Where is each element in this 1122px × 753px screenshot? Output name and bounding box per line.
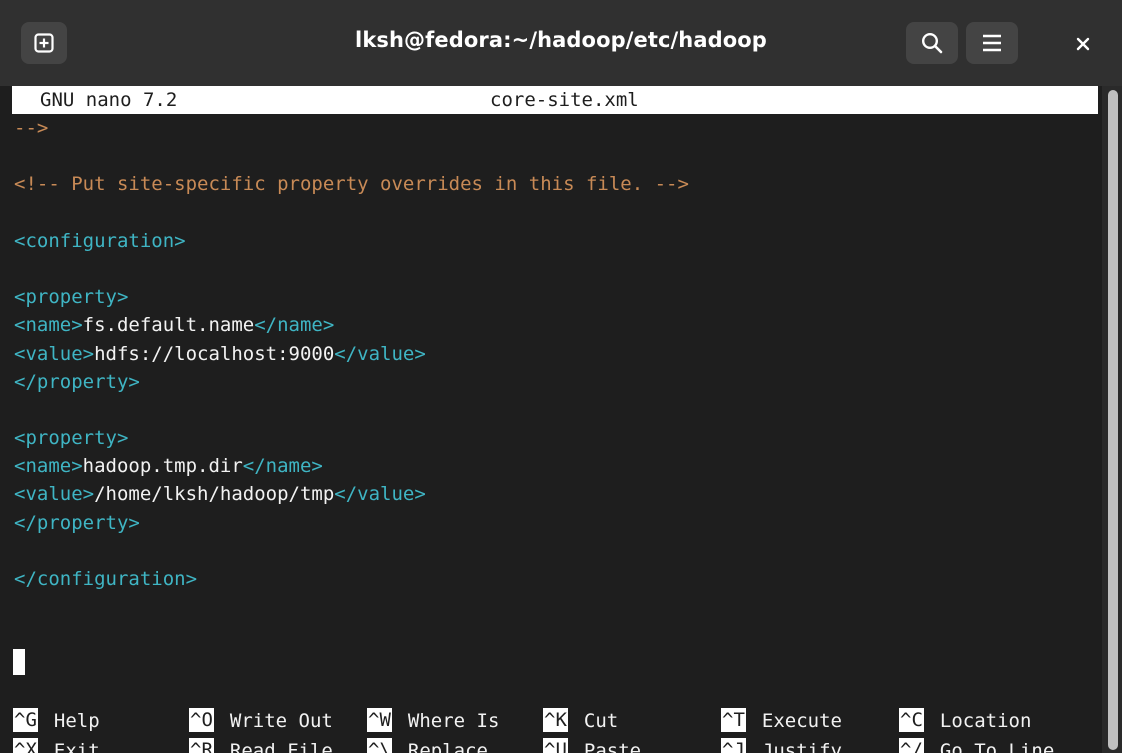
code-line: <!-- Put site-specific property override… — [14, 170, 1098, 198]
shortcut-where-is: ^W Where Is — [367, 706, 499, 736]
xml-tag: </value> — [334, 342, 426, 365]
xml-text: hdfs://localhost:9000 — [94, 342, 335, 365]
code-line: <name>fs.default.name</name> — [14, 311, 1098, 339]
shortcut-exit: ^X Exit — [13, 736, 100, 753]
shortcut-help: ^G Help — [13, 706, 100, 736]
xml-tag: <value> — [14, 342, 95, 365]
shortcut-replace: ^\ Replace — [367, 736, 488, 753]
code-line: <property> — [14, 283, 1098, 311]
code-line: </property> — [14, 509, 1098, 537]
code-line: <value>/home/lksh/hadoop/tmp</value> — [14, 480, 1098, 508]
code-line: --> — [14, 114, 1098, 142]
xml-tag: <name> — [14, 314, 83, 337]
shortcut-key: ^T — [721, 707, 746, 732]
shortcut-label: Location — [939, 710, 1032, 732]
shortcut-label: Paste — [583, 740, 642, 753]
shortcut-label: Read File — [229, 740, 333, 753]
shortcut-key: ^X — [13, 737, 38, 753]
shortcut-key: ^K — [543, 707, 568, 732]
nano-version: GNU nano 7.2 — [40, 89, 178, 111]
xml-tag: <property> — [14, 427, 129, 450]
shortcut-key: ^C — [899, 707, 924, 732]
search-icon — [921, 32, 943, 54]
xml-tag: </property> — [14, 511, 140, 534]
shortcut-key: ^O — [189, 707, 214, 732]
shortcut-key: ^R — [189, 737, 214, 753]
title-bar[interactable]: lksh@fedora:~/hadoop/etc/hadoop — [0, 0, 1122, 86]
nano-header-bar: GNU nano 7.2 core-site.xml — [12, 86, 1098, 114]
shortcut-key: ^U — [543, 737, 568, 753]
close-button[interactable] — [1066, 26, 1100, 60]
shortcut-write-out: ^O Write Out — [189, 706, 333, 736]
shortcut-key: ^G — [13, 707, 38, 732]
code-line: <name>hadoop.tmp.dir</name> — [14, 452, 1098, 480]
search-button[interactable] — [906, 22, 958, 64]
hamburger-menu-icon — [983, 34, 1001, 52]
shortcut-label: Write Out — [229, 710, 333, 732]
xml-tag: </name> — [254, 314, 335, 337]
shortcut-justify: ^J Justify — [721, 736, 842, 753]
shortcut-paste: ^U Paste — [543, 736, 641, 753]
xml-text: fs.default.name — [82, 314, 255, 337]
shortcut-location: ^C Location — [899, 706, 1031, 736]
shortcut-key: ^/ — [899, 737, 924, 753]
code-line: </configuration> — [14, 565, 1098, 593]
scrollbar[interactable] — [1102, 86, 1122, 753]
code-line: <configuration> — [14, 227, 1098, 255]
code-line: <property> — [14, 424, 1098, 452]
xml-tag: </property> — [14, 370, 140, 393]
code-line: <value>hdfs://localhost:9000</value> — [14, 340, 1098, 368]
xml-tag: </name> — [242, 455, 323, 478]
shortcut-bar: ^G Help ^O Write Out ^W Where Is ^K Cut ^T Execut… — [13, 706, 1103, 753]
shortcut-label: Where Is — [407, 710, 500, 732]
xml-comment: <!-- Put site-specific property override… — [14, 173, 689, 196]
shortcut-key: ^J — [721, 737, 746, 753]
shortcut-label: Help — [53, 710, 100, 732]
shortcut-go-to-line: ^/ Go To Line — [899, 736, 1054, 753]
file-name: core-site.xml — [490, 89, 639, 111]
xml-comment: --> — [14, 117, 49, 139]
shortcut-key: ^W — [367, 707, 392, 732]
close-icon — [1076, 37, 1090, 51]
xml-tag: <property> — [14, 286, 129, 309]
xml-tag: <configuration> — [14, 229, 186, 252]
shortcut-label: Execute — [761, 710, 842, 732]
xml-tag: </value> — [334, 483, 426, 506]
shortcut-key: ^\ — [367, 737, 392, 753]
shortcut-execute: ^T Execute — [721, 706, 842, 736]
terminal-window: lksh@fedora:~/hadoop/etc/hadoop GNU nano… — [0, 0, 1122, 753]
xml-tag: <name> — [14, 455, 83, 478]
text-cursor — [13, 649, 25, 675]
shortcut-label: Exit — [53, 740, 100, 753]
main-menu-button[interactable] — [966, 22, 1018, 64]
xml-text: hadoop.tmp.dir — [82, 455, 243, 478]
shortcut-read-file: ^R Read File — [189, 736, 333, 753]
editor-buffer[interactable]: --> <!-- Put site-specific property overr… — [14, 114, 1098, 644]
shortcut-label: Cut — [583, 710, 619, 732]
shortcut-label: Replace — [407, 740, 488, 753]
code-line: </property> — [14, 368, 1098, 396]
xml-text: /home/lksh/hadoop/tmp — [94, 483, 335, 506]
shortcut-label: Go To Line — [939, 740, 1055, 753]
scrollbar-thumb[interactable] — [1108, 90, 1118, 750]
shortcut-cut: ^K Cut — [543, 706, 618, 736]
xml-tag: </configuration> — [14, 568, 198, 590]
xml-tag: <value> — [14, 483, 95, 506]
terminal-area[interactable]: GNU nano 7.2 core-site.xml --> <!-- Put s… — [0, 86, 1122, 753]
shortcut-label: Justify — [761, 740, 842, 753]
